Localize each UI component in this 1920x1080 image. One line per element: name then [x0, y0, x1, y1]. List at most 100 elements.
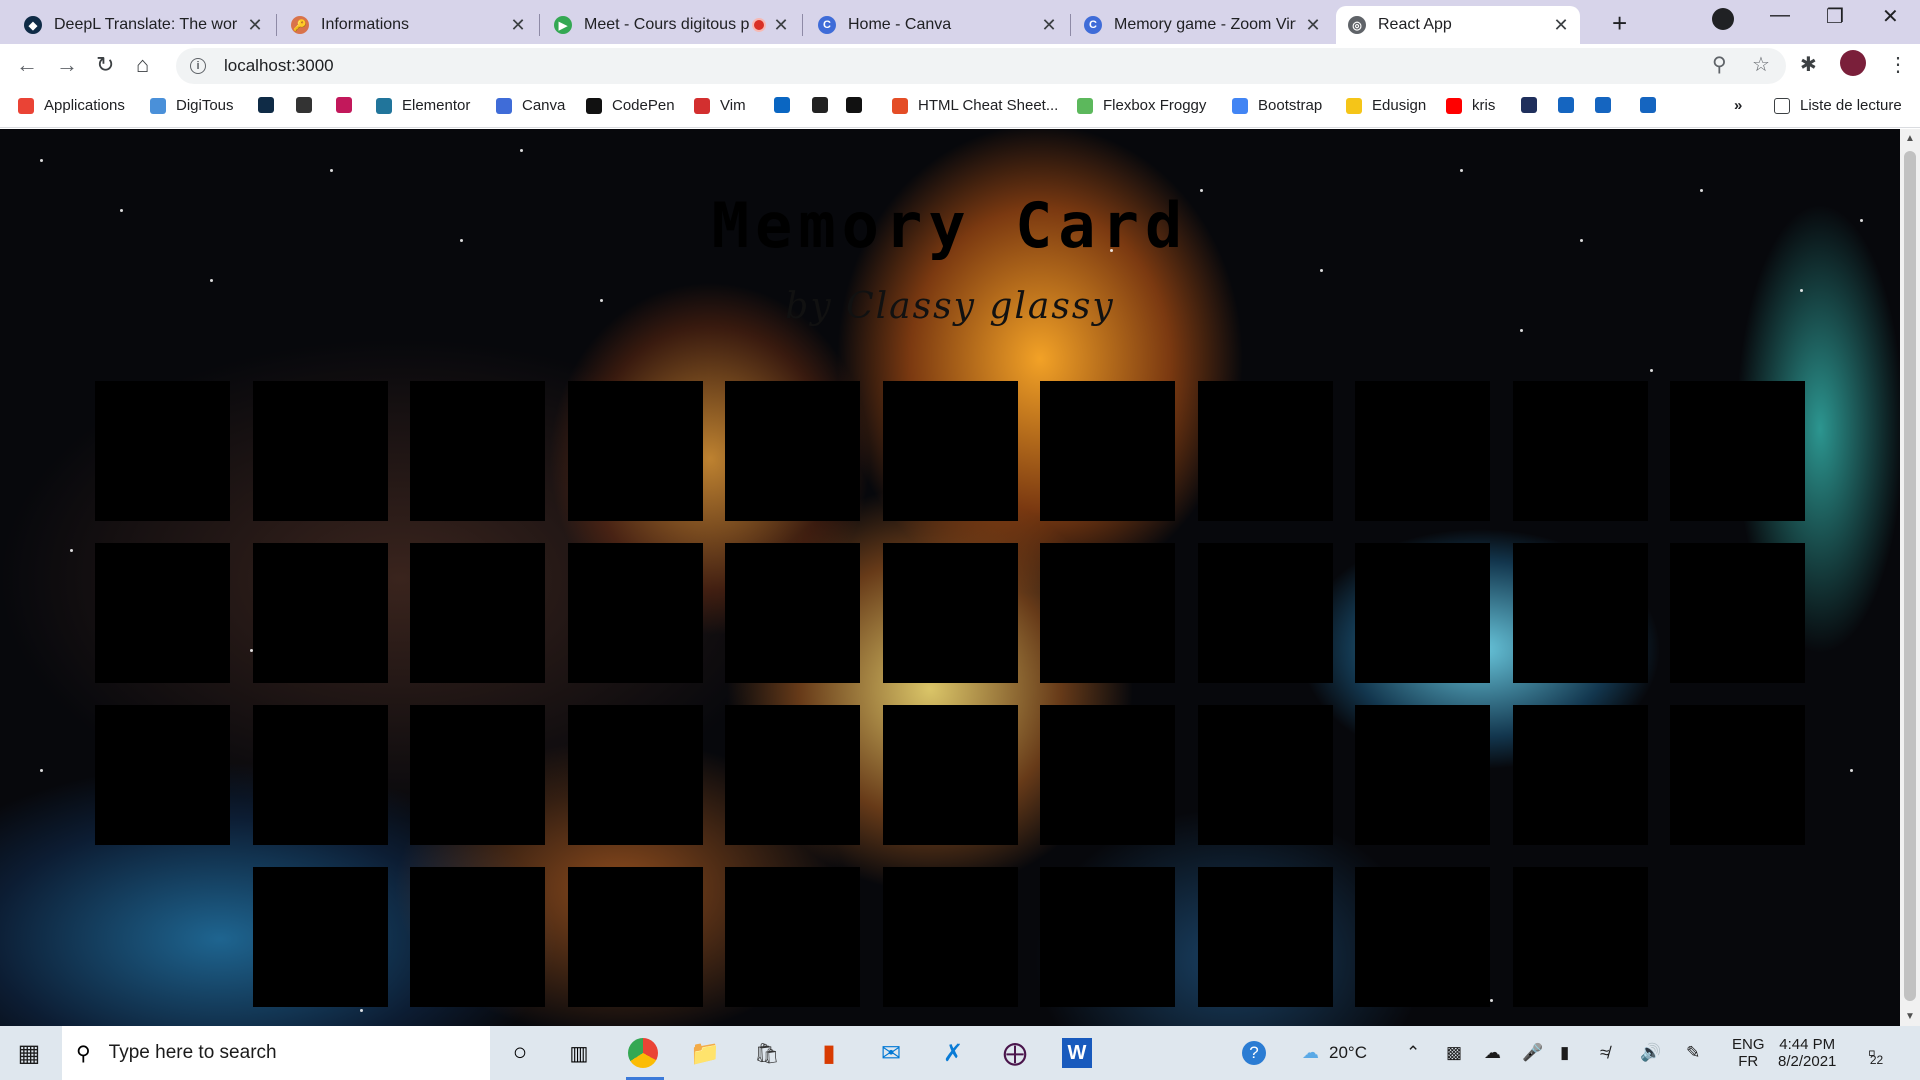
pen-icon[interactable]: ✎ [1686, 1026, 1700, 1080]
tab-search-icon[interactable] [1712, 8, 1734, 30]
memory-card[interactable] [1512, 543, 1648, 683]
memory-card[interactable] [882, 543, 1018, 683]
memory-card[interactable] [1512, 867, 1648, 1007]
bookmark-item[interactable]: Flexbox Froggy [1077, 97, 1206, 114]
bookmark-item[interactable] [296, 97, 322, 113]
memory-card[interactable] [1670, 543, 1805, 683]
bookmark-item[interactable]: Elementor [376, 97, 470, 114]
memory-card[interactable] [567, 705, 703, 845]
memory-card[interactable] [567, 543, 703, 683]
menu-icon[interactable]: ⋮ [1888, 52, 1908, 77]
help-icon[interactable]: ? [1242, 1026, 1266, 1080]
address-bar[interactable]: i localhost:3000 [176, 48, 1786, 84]
bookmark-item[interactable] [258, 97, 284, 113]
memory-card[interactable] [252, 543, 388, 683]
memory-card[interactable] [1040, 381, 1175, 521]
file-explorer-icon[interactable]: 📁 [690, 1038, 720, 1068]
memory-card[interactable] [725, 543, 860, 683]
browser-tab[interactable]: ◎ React App ✕ [1336, 6, 1580, 44]
memory-card[interactable] [1355, 705, 1490, 845]
browser-tab[interactable]: ▶ Meet - Cours digitous p ✕ [542, 6, 800, 44]
reading-list-button[interactable]: Liste de lecture [1774, 97, 1902, 114]
memory-card[interactable] [725, 705, 860, 845]
memory-card[interactable] [1670, 705, 1805, 845]
bookmark-item[interactable] [1521, 97, 1547, 113]
volume-icon[interactable]: 🔊 [1640, 1026, 1661, 1080]
url-text[interactable]: localhost:3000 [224, 56, 334, 76]
scrollbar-thumb[interactable] [1904, 151, 1916, 1001]
bookmark-item[interactable]: Applications [18, 97, 125, 114]
memory-card[interactable] [725, 381, 860, 521]
browser-tab[interactable]: 🔑 Informations ✕ [279, 6, 537, 44]
memory-card[interactable] [882, 705, 1018, 845]
back-icon[interactable]: ← [16, 52, 38, 78]
word-icon[interactable]: W [1062, 1038, 1092, 1068]
onedrive-icon[interactable]: ☁ [1484, 1026, 1501, 1080]
wifi-icon[interactable]: ≉ [1600, 1026, 1609, 1080]
microphone-icon[interactable]: 🎤 [1522, 1026, 1543, 1080]
forward-icon[interactable]: → [56, 52, 78, 78]
page-scrollbar[interactable]: ▲ ▼ [1900, 129, 1920, 1026]
home-icon[interactable]: ⌂ [136, 52, 149, 78]
bookmark-item[interactable] [336, 97, 362, 113]
meet-now-icon[interactable]: ▩ [1446, 1026, 1462, 1080]
notifications-icon[interactable]: ▫ 22 [1868, 1026, 1883, 1080]
minimize-icon[interactable]: — [1770, 4, 1790, 27]
chrome-icon[interactable] [628, 1038, 658, 1068]
zoom-icon[interactable]: ⚲ [1712, 52, 1727, 77]
memory-card[interactable] [1512, 381, 1648, 521]
memory-card[interactable] [95, 381, 230, 521]
memory-card[interactable] [95, 543, 230, 683]
scroll-up-icon[interactable]: ▲ [1905, 133, 1915, 144]
memory-card[interactable] [1197, 867, 1333, 1007]
site-info-icon[interactable]: i [190, 58, 206, 74]
slack-icon[interactable]: ⨁ [1000, 1038, 1030, 1068]
close-tab-icon[interactable]: ✕ [1304, 15, 1322, 36]
reload-icon[interactable]: ↻ [96, 52, 114, 78]
bookmark-item[interactable] [1595, 97, 1621, 113]
memory-card[interactable] [882, 867, 1018, 1007]
cortana-icon[interactable]: ○ [505, 1038, 535, 1068]
weather-widget[interactable]: ☁ 20°C [1302, 1026, 1367, 1080]
memory-card[interactable] [410, 381, 545, 521]
clock[interactable]: 4:44 PM 8/2/2021 [1778, 1026, 1836, 1080]
extensions-icon[interactable]: ✱ [1800, 52, 1817, 77]
close-tab-icon[interactable]: ✕ [246, 15, 264, 36]
close-tab-icon[interactable]: ✕ [509, 15, 527, 36]
bookmark-item[interactable]: Vim [694, 97, 746, 114]
battery-icon[interactable]: ▮ [1560, 1026, 1569, 1080]
bookmark-item[interactable]: Canva [496, 97, 565, 114]
memory-card[interactable] [1040, 867, 1175, 1007]
memory-card[interactable] [410, 867, 545, 1007]
browser-tab[interactable]: ◆ DeepL Translate: The world' ✕ [12, 6, 274, 44]
taskbar-search[interactable]: ⚲ Type here to search [62, 1026, 490, 1080]
tray-chevron-icon[interactable]: ⌃ [1406, 1026, 1420, 1080]
memory-card[interactable] [252, 705, 388, 845]
close-tab-icon[interactable]: ✕ [772, 15, 790, 36]
bookmark-item[interactable] [812, 97, 838, 113]
bookmark-item[interactable] [1558, 97, 1584, 113]
bookmark-item[interactable]: kris [1446, 97, 1495, 114]
bookmark-item[interactable] [846, 97, 872, 113]
memory-card[interactable] [567, 867, 703, 1007]
memory-card[interactable] [1040, 543, 1175, 683]
bookmark-star-icon[interactable]: ☆ [1752, 52, 1770, 77]
memory-card[interactable] [1355, 543, 1490, 683]
vscode-icon[interactable]: ✗ [938, 1038, 968, 1068]
memory-card[interactable] [1512, 705, 1648, 845]
new-tab-button[interactable]: + [1612, 8, 1627, 39]
mail-icon[interactable]: ✉ [876, 1038, 906, 1068]
memory-card[interactable] [1040, 705, 1175, 845]
bookmark-item[interactable]: Edusign [1346, 97, 1426, 114]
profile-avatar[interactable] [1840, 50, 1866, 76]
memory-card[interactable] [1197, 543, 1333, 683]
memory-card[interactable] [95, 705, 230, 845]
memory-card[interactable] [1355, 867, 1490, 1007]
memory-card[interactable] [1197, 705, 1333, 845]
browser-tab[interactable]: C Home - Canva ✕ [806, 6, 1068, 44]
memory-card[interactable] [1197, 381, 1333, 521]
bookmarks-overflow-button[interactable]: » [1734, 97, 1742, 114]
memory-card[interactable] [252, 867, 388, 1007]
store-icon[interactable]: 🛍 [752, 1038, 782, 1068]
language-indicator[interactable]: ENG FR [1732, 1026, 1765, 1080]
